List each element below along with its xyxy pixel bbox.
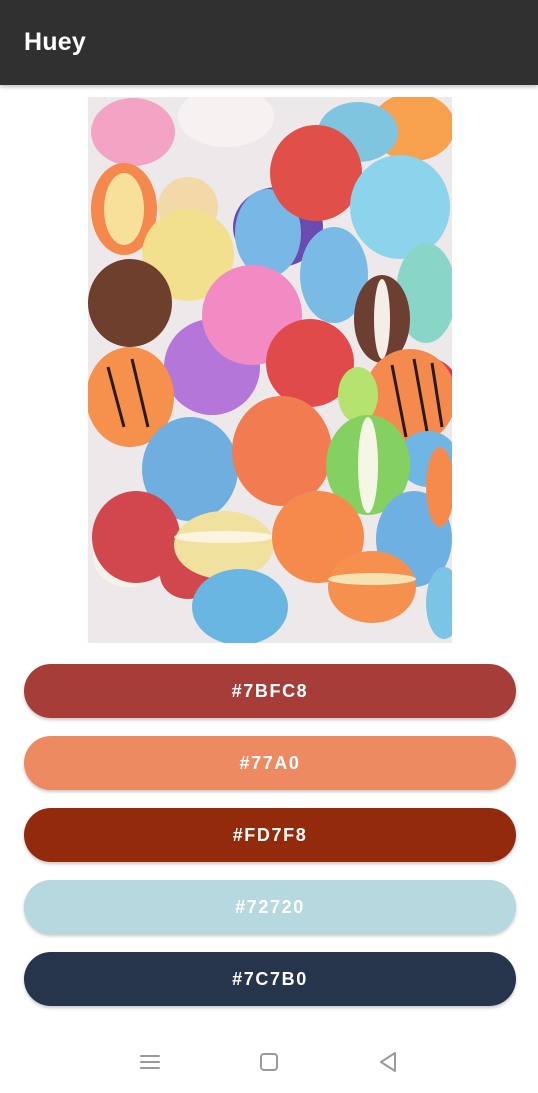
swatch-label: #FD7F8 [232,824,308,845]
system-nav-bar [0,1030,538,1093]
macarons-photo-icon [88,97,452,643]
swatch-button-5[interactable]: #7C7B0 [24,952,516,1006]
back-icon[interactable] [368,1042,408,1082]
swatch-label: #77A0 [239,752,301,773]
swatch-button-4[interactable]: #72720 [24,880,516,934]
home-icon[interactable] [249,1042,289,1082]
swatch-button-3[interactable]: #FD7F8 [24,808,516,862]
app-bar: Huey [0,0,538,85]
swatch-label: #72720 [235,896,305,917]
app-title: Huey [24,28,86,56]
swatch-button-2[interactable]: #77A0 [24,736,516,790]
palette-swatch-list: #7BFC8 #77A0 #FD7F8 #72720 #7C7B0 [24,664,516,1024]
swatch-label: #7C7B0 [232,968,308,989]
recent-apps-icon[interactable] [130,1042,170,1082]
swatch-label: #7BFC8 [231,680,309,701]
swatch-button-1[interactable]: #7BFC8 [24,664,516,718]
